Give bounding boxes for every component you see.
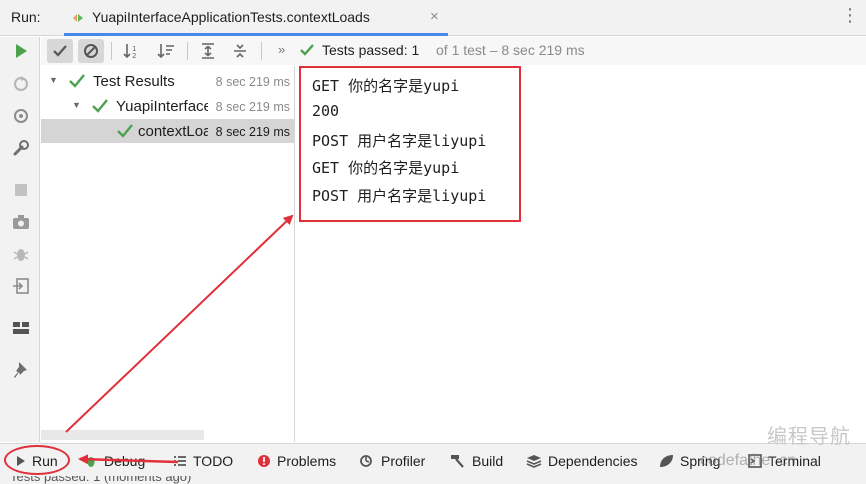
tests-passed-detail: of 1 test – 8 sec 219 ms [436,42,585,58]
toolbar-separator [111,42,112,60]
tree-item-label: Test Results [93,73,175,90]
pin-icon[interactable] [11,360,31,380]
build-tool-label: Build [472,453,504,469]
sort-az-icon: 12 [123,44,136,59]
problems-tool-button[interactable]: Problems [257,452,336,470]
run-actions-sidebar [0,37,40,442]
passed-check-icon [69,74,85,88]
show-ignored-toggle[interactable] [78,39,104,63]
tree-row[interactable]: contextLoads 8 sec 219 ms [41,119,294,143]
collapse-all-button[interactable] [227,39,253,63]
watermark-site: codefather.cn [700,452,797,469]
close-icon[interactable]: × [430,8,439,25]
sort-alphabetically-button[interactable]: 12 [119,39,145,63]
svg-text:2: 2 [132,52,136,59]
passed-check-icon [117,124,133,138]
run-label: Run: [11,9,41,25]
test-results-tree: ▼ Test Results 8 sec 219 ms ▼ YuapiInter… [41,66,295,442]
status-bar: Tests passed: 1 (moments ago) [0,476,866,484]
spring-leaf-icon [658,454,674,468]
tree-item-label: YuapiInterfaceApplicationTests [116,98,208,115]
watermark-title: 编程导航 [767,426,851,448]
more-actions-icon[interactable]: » [278,42,285,57]
camera-icon[interactable] [11,212,31,232]
debug-tool-label: Debug [104,453,146,469]
toggle-auto-test-icon[interactable] [11,106,31,126]
sort-by-duration-button[interactable] [153,39,179,63]
tree-row[interactable]: ▼ YuapiInterfaceApplicationTests 8 sec 2… [41,94,294,118]
tab-title: YuapiInterfaceApplicationTests.contextLo… [92,9,370,25]
profiler-icon [359,454,375,468]
rerun-failed-icon[interactable] [11,74,31,94]
debug-bug-icon [84,454,98,468]
error-icon [257,454,271,468]
show-passed-toggle[interactable] [47,39,73,63]
stack-icon [526,454,542,468]
expand-all-button[interactable] [195,39,221,63]
annotation-run-circle [4,445,70,475]
expand-arrow-icon[interactable]: ▼ [72,100,81,110]
list-icon [173,455,187,467]
horizontal-scrollbar[interactable] [41,430,204,440]
import-icon[interactable] [11,276,31,296]
tree-item-label: contextLoads [138,123,208,140]
tree-item-duration: 8 sec 219 ms [212,100,290,114]
problems-tool-label: Problems [277,453,337,469]
tests-passed-status: Tests passed: 1 [322,42,420,58]
stop-icon[interactable] [11,180,31,200]
todo-tool-label: TODO [193,453,234,469]
build-tool-button[interactable]: Build [450,452,503,470]
layout-icon[interactable] [11,318,31,338]
tree-item-duration: 8 sec 219 ms [212,125,290,139]
test-class-icon [73,14,83,22]
profiler-tool-button[interactable]: Profiler [359,452,425,470]
status-bar-text: Tests passed: 1 (moments ago) [10,476,192,484]
ignored-icon [84,44,98,58]
more-options-icon[interactable]: ⋮ [841,5,859,26]
rerun-icon[interactable] [11,41,31,61]
hammer-icon [450,454,466,468]
toolbar-separator [261,42,262,60]
bug-icon[interactable] [11,244,31,264]
test-runner-toolbar: 12 » Tests passed: 1 of 1 test – 8 sec 2… [41,37,866,65]
expand-all-icon [202,43,214,59]
tab-run-configuration[interactable]: YuapiInterfaceApplicationTests.contextLo… [64,0,448,36]
toolbar-separator [187,42,188,60]
dependencies-tool-label: Dependencies [548,453,638,469]
dependencies-tool-button[interactable]: Dependencies [526,452,638,470]
annotation-highlight-box [299,66,521,222]
run-tool-window-header: Run: YuapiInterfaceApplicationTests.cont… [0,0,866,36]
collapse-all-icon [234,44,246,58]
todo-tool-button[interactable]: TODO [173,452,233,470]
debug-tool-button[interactable]: Debug [84,452,145,470]
checkmark-icon [53,45,67,57]
tree-row[interactable]: ▼ Test Results 8 sec 219 ms [41,69,294,93]
passed-check-icon [92,99,108,113]
profiler-tool-label: Profiler [381,453,426,469]
tree-item-duration: 8 sec 219 ms [212,75,290,89]
passed-check-icon [300,44,314,56]
wrench-icon[interactable] [11,138,31,158]
sort-duration-icon [157,44,174,59]
expand-arrow-icon[interactable]: ▼ [49,75,58,85]
